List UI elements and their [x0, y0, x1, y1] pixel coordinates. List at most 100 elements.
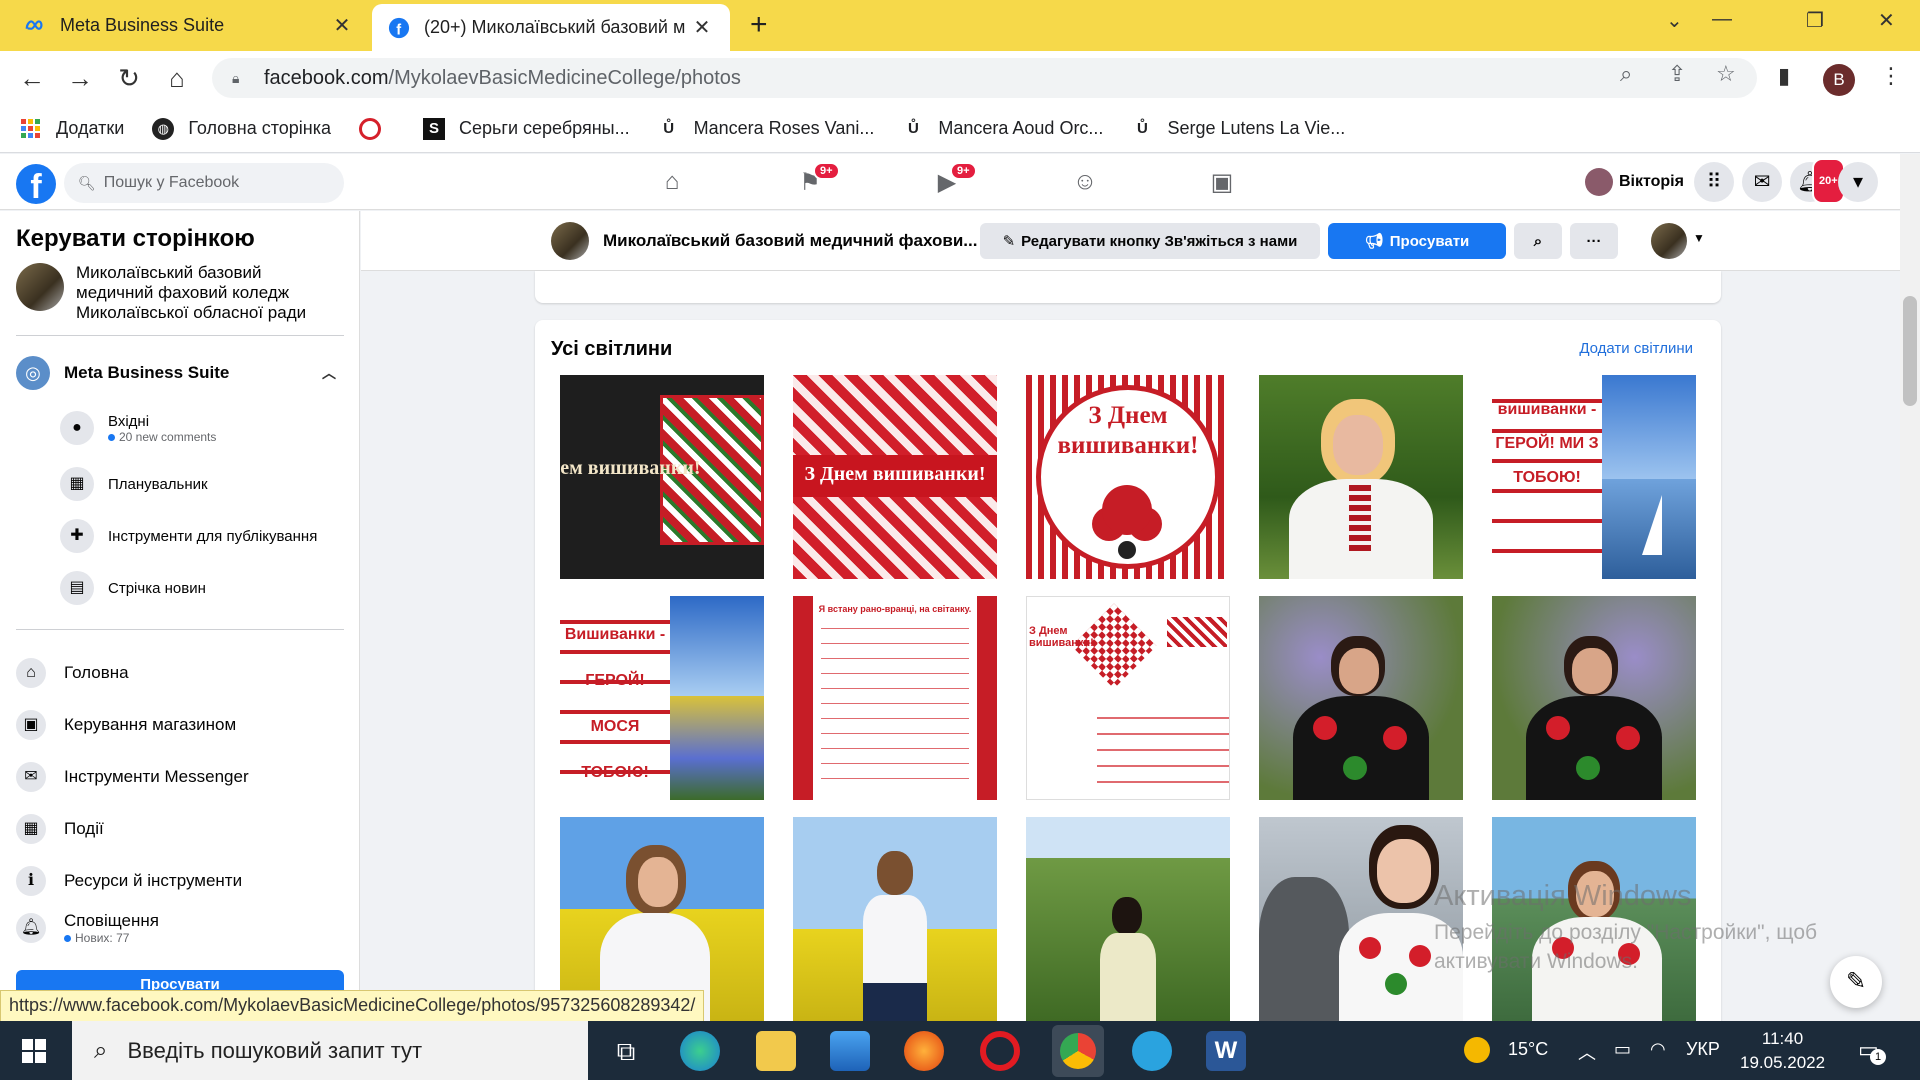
- photo-tile[interactable]: З Днем вишиванки!: [560, 375, 764, 579]
- unread-dot: [64, 935, 71, 942]
- chrome-active-icon[interactable]: [1052, 1025, 1104, 1077]
- nav-pages-flag-icon[interactable]: ⚑ 9+: [793, 162, 840, 198]
- photo-tile[interactable]: вишиванки - ГЕРОЙ! МИ З ТОБОЮ!: [1492, 375, 1696, 579]
- close-tab-icon[interactable]: ✕: [690, 15, 714, 40]
- forward-arrow-icon[interactable]: →: [63, 62, 97, 94]
- facebook-logo-icon[interactable]: f: [16, 164, 56, 206]
- sidebar-item-resources[interactable]: ℹ Ресурси й інструменти: [16, 866, 242, 896]
- tray-device-icon[interactable]: ▭: [1614, 1039, 1631, 1060]
- word-icon[interactable]: W: [1206, 1031, 1246, 1071]
- notifications-bell-icon[interactable]: 🔔︎ 20+: [1790, 158, 1845, 204]
- nav-groups-icon[interactable]: ☺: [1068, 168, 1102, 198]
- publishing-tools-icon: ✚: [60, 519, 94, 553]
- close-tab-icon[interactable]: ✕: [330, 13, 354, 38]
- messenger-icon[interactable]: ✉: [1742, 162, 1782, 202]
- new-message-compose-icon[interactable]: ✎: [1830, 956, 1882, 1008]
- nav-gaming-icon[interactable]: ▣: [1205, 168, 1239, 198]
- photos-app-icon[interactable]: [830, 1031, 870, 1071]
- browser-profile-avatar[interactable]: B: [1823, 64, 1855, 96]
- share-icon[interactable]: ⇪: [1668, 61, 1686, 87]
- sidebar-item-shop[interactable]: ▣ Керування магазином: [16, 710, 236, 740]
- bookmark-home-page[interactable]: ◍ Головна сторінка: [152, 117, 331, 140]
- promote-button[interactable]: 📢︎ Просувати: [1328, 223, 1506, 259]
- back-arrow-icon[interactable]: ←: [15, 62, 49, 94]
- sidebar-page-identity[interactable]: Миколаївський базовий медичний фаховий к…: [16, 263, 336, 323]
- tab-meta-business-suite[interactable]: Meta Business Suite ✕: [8, 0, 370, 51]
- windows-start-icon[interactable]: [22, 1039, 46, 1063]
- page-scrollbar[interactable]: [1900, 154, 1920, 1022]
- menu-grid-icon[interactable]: ⠿: [1694, 162, 1734, 202]
- file-explorer-icon[interactable]: [756, 1031, 796, 1071]
- tab-college-page[interactable]: f (20+) Миколаївський базовий м ✕: [372, 4, 730, 51]
- bookmark-label: Серьги серебряны...: [459, 118, 630, 138]
- url-path: /MykolaevBasicMedicineCollege/photos: [388, 66, 741, 89]
- facebook-search-input[interactable]: 🔍︎ Пошук у Facebook: [64, 163, 344, 203]
- taskbar-search-box[interactable]: ⌕ Введіть пошуковий запит тут: [72, 1021, 588, 1080]
- chrome-menu-icon[interactable]: ⋮: [1880, 63, 1902, 89]
- edit-contact-button[interactable]: ✎ Редагувати кнопку Зв'яжіться з нами: [980, 223, 1320, 259]
- telegram-icon[interactable]: [1132, 1031, 1172, 1071]
- new-tab-plus-icon[interactable]: +: [750, 8, 768, 42]
- photo-tile[interactable]: З Днем вишиванки!: [793, 375, 997, 579]
- bookmark-star-icon[interactable]: ☆: [1716, 61, 1736, 87]
- nav-home-icon[interactable]: ⌂: [655, 168, 689, 198]
- restore-icon[interactable]: ❐: [1806, 8, 1824, 33]
- page-search-button[interactable]: ⌕: [1514, 223, 1562, 259]
- photo-tile[interactable]: [1492, 596, 1696, 800]
- bookmark-earrings[interactable]: S Серьги серебряны...: [423, 117, 630, 140]
- sidebar-item-publishing-tools[interactable]: ✚ Інструменти для публікування: [60, 519, 317, 553]
- photo-tile[interactable]: [1026, 817, 1230, 1021]
- minimize-icon[interactable]: —: [1712, 8, 1732, 31]
- page-header-name[interactable]: Миколаївський базовий медичний фахови...: [603, 231, 977, 251]
- acting-as-avatar[interactable]: [1651, 223, 1687, 259]
- wifi-icon[interactable]: ◠: [1650, 1039, 1666, 1060]
- reload-icon[interactable]: ↻: [112, 62, 146, 94]
- scrollbar-thumb[interactable]: [1903, 296, 1917, 406]
- action-center-icon[interactable]: ▭ 1: [1858, 1037, 1886, 1065]
- photo-tile[interactable]: [1259, 596, 1463, 800]
- bookmark-serge-lutens[interactable]: Ů Serge Lutens La Vie...: [1131, 118, 1345, 140]
- photo-tile[interactable]: Я встану рано-вранці, на світанку.: [793, 596, 997, 800]
- more-dots-icon: ···: [1586, 232, 1602, 250]
- input-language[interactable]: УКР: [1686, 1039, 1720, 1060]
- bookmark-apps[interactable]: Додатки: [20, 118, 124, 140]
- bookmark-opera[interactable]: [359, 117, 395, 140]
- page-avatar[interactable]: [551, 222, 589, 260]
- fb-user-chip[interactable]: Вікторія: [1585, 168, 1684, 196]
- sidebar-item-inbox[interactable]: ● Вхідні 20 new comments: [60, 411, 216, 445]
- account-caret-icon[interactable]: ▾: [1838, 162, 1878, 202]
- taskbar-clock[interactable]: 11:40 19.05.2022: [1740, 1027, 1825, 1075]
- edge-browser-icon[interactable]: [680, 1031, 720, 1071]
- firefox-icon[interactable]: [904, 1031, 944, 1071]
- caret-down-icon[interactable]: ▼: [1693, 231, 1705, 245]
- side-panel-icon[interactable]: ▮: [1778, 63, 1790, 89]
- bookmark-mancera-aoud[interactable]: Ů Mancera Aoud Orc...: [902, 118, 1104, 140]
- nav-watch-icon[interactable]: ▶ 9+: [930, 162, 977, 198]
- sidebar-item-notifications[interactable]: 🔔︎ Сповіщення Нових: 77: [16, 911, 159, 945]
- tray-chevron-up-icon[interactable]: ︿: [1578, 1039, 1596, 1065]
- sidebar-item-home[interactable]: ⌂ Головна: [16, 658, 129, 688]
- photo-tile[interactable]: [793, 817, 997, 1021]
- bookmark-mancera-roses[interactable]: Ů Mancera Roses Vani...: [658, 118, 874, 140]
- add-photos-link[interactable]: Додати світлини: [1579, 340, 1693, 357]
- photo-tile[interactable]: Вишиванки - ГЕРОЙ! МОСЯ ТОБОЮ!: [560, 596, 764, 800]
- weather-temperature[interactable]: 15°C: [1508, 1039, 1548, 1060]
- more-options-button[interactable]: ···: [1570, 223, 1618, 259]
- photo-tile[interactable]: [1259, 817, 1463, 1021]
- zoom-icon[interactable]: ⌕: [1620, 61, 1632, 87]
- tab-search-chevron-icon[interactable]: ⌄: [1666, 8, 1683, 33]
- close-window-icon[interactable]: ✕: [1878, 8, 1895, 33]
- sidebar-item-planner[interactable]: ▦ Планувальник: [60, 467, 208, 501]
- sidebar-item-messenger-tools[interactable]: ✉ Інструменти Messenger: [16, 762, 249, 792]
- sidebar-item-news-feed[interactable]: ▤ Стрічка новин: [60, 571, 206, 605]
- photo-tile[interactable]: [1259, 375, 1463, 579]
- sidebar-item-events[interactable]: ▦ Події: [16, 814, 104, 844]
- meta-business-suite-toggle[interactable]: ◎ Meta Business Suite ︿: [16, 356, 336, 390]
- photo-tile[interactable]: З Днем вишиванки!: [1026, 596, 1230, 800]
- apps-grid-icon: [20, 118, 42, 140]
- home-icon[interactable]: ⌂: [160, 62, 194, 94]
- task-view-icon[interactable]: ⧉: [606, 1031, 646, 1071]
- address-bar[interactable]: 🔒︎ facebook.com/MykolaevBasicMedicineCol…: [212, 58, 1757, 98]
- photo-tile[interactable]: З Днем вишиванки!: [1026, 375, 1230, 579]
- opera-icon[interactable]: [980, 1031, 1020, 1071]
